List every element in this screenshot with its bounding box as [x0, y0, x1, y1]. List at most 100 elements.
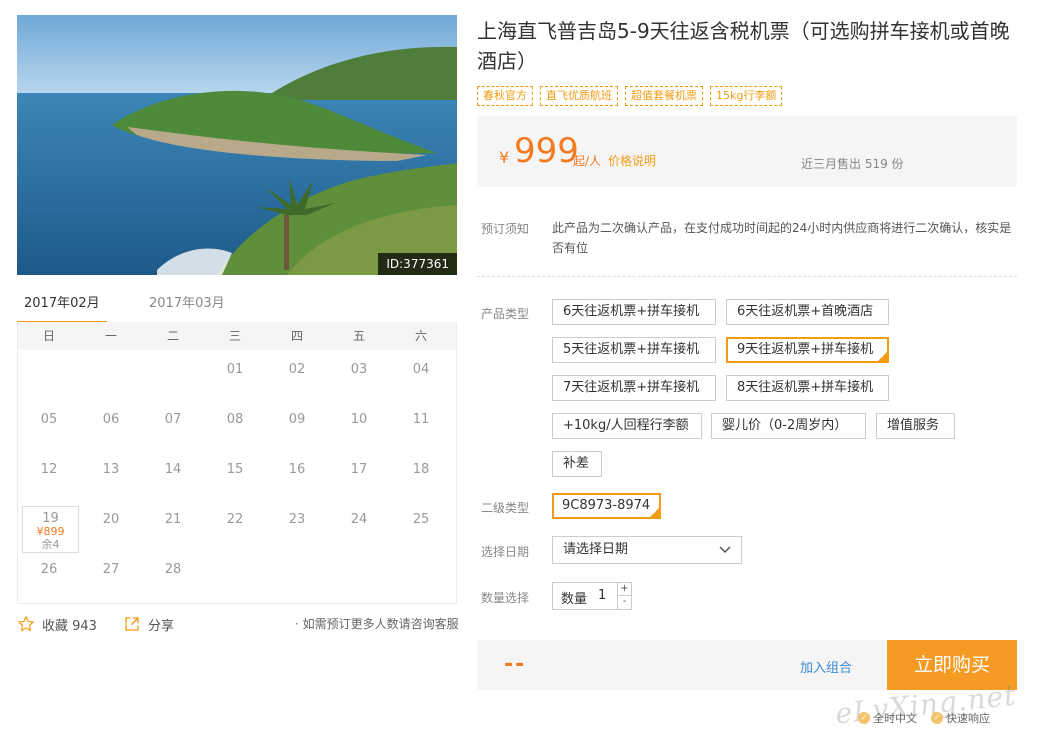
- notice-label: 预订须知: [481, 222, 530, 236]
- option-8day-pickup[interactable]: 8天往返机票+拼车接机: [726, 375, 889, 401]
- calendar-day-selected[interactable]: 19 ¥899 余4: [22, 506, 79, 553]
- calendar-day: 01: [226, 362, 244, 377]
- product-type-label: 产品类型: [481, 307, 530, 321]
- calendar-day: 18: [412, 462, 430, 477]
- calendar-day: 12: [40, 462, 58, 477]
- share-icon: [125, 617, 139, 631]
- tag-value-package: 超值套餐机票: [625, 86, 703, 106]
- check-icon: ✓: [652, 508, 658, 516]
- calendar-day: 06: [102, 412, 120, 427]
- weekday-wed: 三: [228, 329, 241, 343]
- option-6day-hotel[interactable]: 6天往返机票+首晚酒店: [726, 299, 889, 325]
- chevron-down-icon: [719, 546, 731, 554]
- purchase-bar: -- 加入组合 立即购买: [477, 640, 1017, 690]
- consult-note: · 如需预订更多人数请咨询客服: [295, 617, 459, 631]
- calendar-day: 08: [226, 412, 244, 427]
- option-value-added[interactable]: 增值服务: [876, 413, 955, 439]
- calendar-day: 21: [164, 512, 182, 527]
- calendar-day: 14: [164, 462, 182, 477]
- service-badges: ✓ 全时中文 ✓ 快速响应: [858, 710, 990, 726]
- sub-type-value: 9C8973-8974: [562, 498, 651, 513]
- price-amount: 999: [514, 131, 579, 171]
- day-remaining: 余4: [41, 538, 60, 551]
- price-box: ¥ 999 起/人 价格说明 近三月售出 519 份: [477, 116, 1017, 187]
- calendar-day: 22: [226, 512, 244, 527]
- photo-scenery: [17, 15, 457, 275]
- share-label: 分享: [148, 618, 175, 634]
- star-icon: [17, 615, 35, 632]
- weekday-thu: 四: [290, 329, 303, 343]
- option-9day-pickup-label: 9天往返机票+拼车接机: [737, 342, 874, 357]
- notice-text: 此产品为二次确认产品，在支付成功时间起的24小时内供应商将进行二次确认，核实是否…: [552, 221, 1012, 255]
- calendar-day: 16: [288, 462, 306, 477]
- product-tags: 春秋官方 直飞优质航班 超值套餐机票 15kg行李额: [477, 86, 783, 106]
- calendar-day: 25: [412, 512, 430, 527]
- calendar-weekday-header: 日 一 二 三 四 五 六: [18, 322, 456, 350]
- price-currency: ¥: [499, 148, 510, 167]
- sold-count: 近三月售出 519 份: [801, 157, 904, 171]
- calendar-day: 02: [288, 362, 306, 377]
- quantity-stepper: 数量 1 + -: [552, 582, 632, 610]
- weekday-fri: 五: [352, 329, 365, 343]
- calendar-day: 03: [350, 362, 368, 377]
- qty-value[interactable]: 1: [598, 588, 606, 603]
- calendar-day: 20: [102, 512, 120, 527]
- check-icon: ✓: [880, 352, 886, 360]
- check-circle-icon: ✓: [931, 712, 943, 724]
- total-price: --: [504, 652, 527, 677]
- price-explain-link[interactable]: 价格说明: [608, 152, 656, 169]
- calendar-day: 11: [412, 412, 430, 427]
- calendar-day: 24: [350, 512, 368, 527]
- option-5day-pickup[interactable]: 5天往返机票+拼车接机: [552, 337, 716, 363]
- calendar-day: 27: [102, 562, 120, 577]
- product-photo: ID:377361: [17, 15, 457, 275]
- favorite-button[interactable]: 收藏 943: [17, 614, 97, 634]
- option-9day-pickup[interactable]: 9天往返机票+拼车接机 ✓: [726, 337, 889, 363]
- tab-month-mar[interactable]: 2017年03月: [142, 288, 232, 324]
- date-select[interactable]: 请选择日期: [552, 536, 742, 564]
- option-7day-pickup[interactable]: 7天往返机票+拼车接机: [552, 375, 716, 401]
- weekday-sun: 日: [42, 329, 55, 343]
- product-title: 上海直飞普吉岛5-9天往返含税机票（可选购拼车接机或首晚酒店）: [477, 19, 1010, 73]
- calendar-day: 26: [40, 562, 58, 577]
- qty-increment-button[interactable]: +: [617, 583, 631, 596]
- check-circle-icon: ✓: [858, 712, 870, 724]
- option-price-diff[interactable]: 补差: [552, 451, 602, 477]
- qty-label: 数量选择: [481, 591, 530, 605]
- favorite-label: 收藏 943: [42, 618, 97, 634]
- tab-month-feb[interactable]: 2017年02月: [17, 288, 107, 324]
- option-extra-luggage[interactable]: +10kg/人回程行李额: [552, 413, 702, 439]
- calendar-day: 28: [164, 562, 182, 577]
- weekday-mon: 一: [104, 329, 117, 343]
- section-divider: [477, 276, 1017, 277]
- day-price: ¥899: [36, 525, 65, 538]
- calendar-day: 15: [226, 462, 244, 477]
- tag-official: 春秋官方: [477, 86, 533, 106]
- option-6day-pickup[interactable]: 6天往返机票+拼车接机: [552, 299, 716, 325]
- photo-id-badge: ID:377361: [378, 253, 457, 275]
- weekday-tue: 二: [166, 329, 179, 343]
- calendar-day: 17: [350, 462, 368, 477]
- weekday-sat: 六: [414, 329, 427, 343]
- option-infant-price[interactable]: 婴儿价（0-2周岁内）: [711, 413, 866, 439]
- tag-direct-flight: 直飞优质航班: [540, 86, 618, 106]
- calendar-day: 13: [102, 462, 120, 477]
- date-label: 选择日期: [481, 545, 530, 559]
- day-number: 19: [42, 511, 59, 526]
- badge-chinese-service: ✓ 全时中文: [858, 710, 917, 726]
- sub-type-label: 二级类型: [481, 501, 530, 515]
- option-sub-type[interactable]: 9C8973-8974 ✓: [552, 493, 661, 519]
- calendar-month-tabs: 2017年02月 2017年03月: [17, 288, 457, 324]
- calendar-day: 10: [350, 412, 368, 427]
- calendar: 日 一 二 三 四 五 六 01 02 03 04 05 06 07 08 09 10 11 12 13…: [17, 322, 457, 604]
- add-to-combo-link[interactable]: 加入组合: [800, 657, 852, 676]
- qty-decrement-button[interactable]: -: [617, 596, 631, 609]
- share-button[interactable]: 分享: [123, 614, 174, 634]
- tag-luggage: 15kg行李额: [710, 86, 783, 106]
- date-placeholder: 请选择日期: [563, 542, 629, 557]
- calendar-day: 05: [40, 412, 58, 427]
- badge-quick-response: ✓ 快速响应: [931, 710, 990, 726]
- calendar-day: 09: [288, 412, 306, 427]
- calendar-day: 07: [164, 412, 182, 427]
- qty-inner-label: 数量: [561, 592, 588, 607]
